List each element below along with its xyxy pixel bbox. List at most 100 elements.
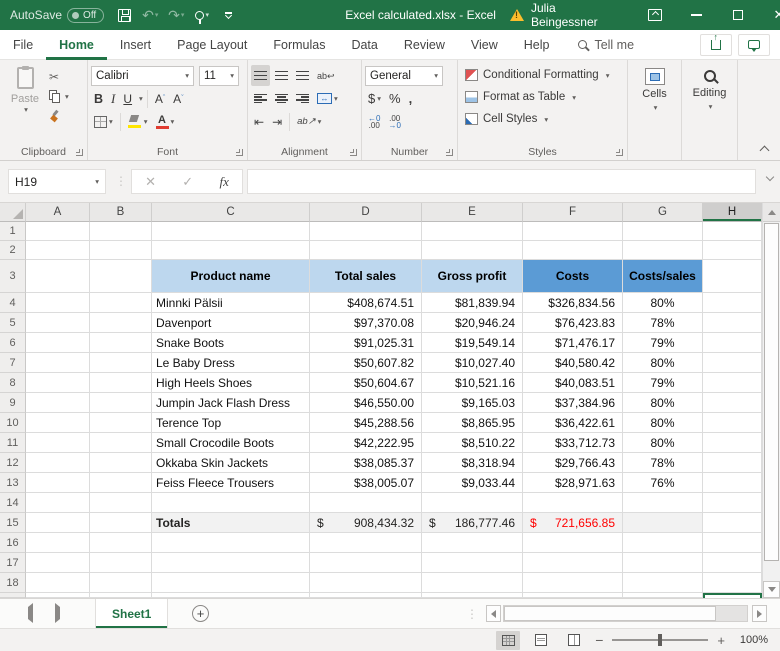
top-align-button[interactable] — [251, 65, 270, 86]
cell-D7[interactable]: $50,607.82 — [310, 353, 422, 373]
cell-F14[interactable] — [523, 493, 623, 513]
cell-B10[interactable] — [90, 413, 152, 433]
comments-button[interactable] — [738, 33, 770, 56]
cell-H5[interactable] — [703, 313, 762, 333]
cell-G5[interactable]: 78% — [623, 313, 703, 333]
cell-G1[interactable] — [623, 222, 703, 241]
cell-H1[interactable] — [703, 222, 762, 241]
tab-page-layout[interactable]: Page Layout — [164, 30, 260, 60]
cell-B14[interactable] — [90, 493, 152, 513]
decrease-decimal-button[interactable]: .00 →0 — [385, 111, 403, 132]
cell-G10[interactable]: 80% — [623, 413, 703, 433]
row-header-18[interactable]: 18 — [0, 573, 26, 593]
maximize-button[interactable] — [717, 0, 758, 30]
cell-B15[interactable] — [90, 513, 152, 533]
cell-H3[interactable] — [703, 260, 762, 293]
font-color-button[interactable]: A ▾ — [153, 111, 178, 132]
cell-F7[interactable]: $40,580.42 — [523, 353, 623, 373]
cell-C2[interactable] — [152, 241, 310, 260]
cell-E1[interactable] — [422, 222, 523, 241]
cell-B13[interactable] — [90, 473, 152, 493]
enter-icon[interactable]: ✓ — [182, 174, 193, 190]
row-header-8[interactable]: 8 — [0, 373, 26, 393]
cell-A8[interactable] — [26, 373, 90, 393]
cell-D18[interactable] — [310, 573, 422, 593]
cell-C1[interactable] — [152, 222, 310, 241]
cell-A4[interactable] — [26, 293, 90, 313]
clipboard-dialog-launcher-icon[interactable] — [76, 149, 83, 156]
cell-B6[interactable] — [90, 333, 152, 353]
cell-B5[interactable] — [90, 313, 152, 333]
cell-G14[interactable] — [623, 493, 703, 513]
cell-A13[interactable] — [26, 473, 90, 493]
row-header-11[interactable]: 11 — [0, 433, 26, 453]
number-format-combo[interactable]: General ▾ — [365, 65, 443, 86]
cell-D15[interactable]: $908,434.32 — [310, 513, 422, 533]
vertical-scrollbar[interactable] — [762, 203, 780, 598]
ribbon-display-options-button[interactable] — [634, 0, 675, 30]
cell-D13[interactable]: $38,005.07 — [310, 473, 422, 493]
cell-A3[interactable] — [26, 260, 90, 293]
column-header-A[interactable]: A — [26, 203, 90, 222]
cell-H18[interactable] — [703, 573, 762, 593]
row-header-10[interactable]: 10 — [0, 413, 26, 433]
cell-D8[interactable]: $50,604.67 — [310, 373, 422, 393]
name-box[interactable]: H19 ▾ — [8, 169, 106, 194]
cell-C5[interactable]: Davenport — [152, 313, 310, 333]
cell-B2[interactable] — [90, 241, 152, 260]
number-dialog-launcher-icon[interactable] — [446, 149, 453, 156]
cell-H17[interactable] — [703, 553, 762, 573]
cell-C3[interactable]: Product name — [152, 260, 310, 293]
cell-C12[interactable]: Okkaba Skin Jackets — [152, 453, 310, 473]
scroll-right-icon[interactable] — [752, 605, 767, 622]
cell-E6[interactable]: $19,549.14 — [422, 333, 523, 353]
cell-H13[interactable] — [703, 473, 762, 493]
redo-button[interactable]: ↷ ▾ — [164, 2, 188, 28]
cell-B3[interactable] — [90, 260, 152, 293]
cell-A12[interactable] — [26, 453, 90, 473]
cell-E9[interactable]: $9,165.03 — [422, 393, 523, 413]
cell-C10[interactable]: Terence Top — [152, 413, 310, 433]
tab-home[interactable]: Home — [46, 30, 107, 60]
horizontal-scrollbar-thumb[interactable] — [504, 606, 716, 621]
cell-F10[interactable]: $36,422.61 — [523, 413, 623, 433]
row-header-9[interactable]: 9 — [0, 393, 26, 413]
format-painter-button[interactable] — [47, 108, 71, 125]
touch-mouse-mode-button[interactable]: ▾ — [190, 2, 214, 28]
zoom-slider[interactable] — [612, 634, 709, 646]
cell-C14[interactable] — [152, 493, 310, 513]
cell-G17[interactable] — [623, 553, 703, 573]
select-all-button[interactable] — [0, 203, 26, 222]
cell-E13[interactable]: $9,033.44 — [422, 473, 523, 493]
row-header-4[interactable]: 4 — [0, 293, 26, 313]
align-right-button[interactable] — [293, 88, 312, 109]
column-header-E[interactable]: E — [422, 203, 523, 222]
scroll-left-icon[interactable] — [486, 605, 501, 622]
cell-F17[interactable] — [523, 553, 623, 573]
cell-H12[interactable] — [703, 453, 762, 473]
cell-A7[interactable] — [26, 353, 90, 373]
paste-button[interactable]: Paste ▾ — [3, 64, 47, 143]
cell-A1[interactable] — [26, 222, 90, 241]
cell-H15[interactable] — [703, 513, 762, 533]
cell-B1[interactable] — [90, 222, 152, 241]
comma-style-button[interactable]: , — [406, 88, 416, 109]
tab-data[interactable]: Data — [338, 30, 390, 60]
cell-G3[interactable]: Costs/sales — [623, 260, 703, 293]
cell-D4[interactable]: $408,674.51 — [310, 293, 422, 313]
cell-A17[interactable] — [26, 553, 90, 573]
page-layout-view-button[interactable] — [529, 631, 553, 650]
increase-decimal-button[interactable]: ←0.00 — [365, 111, 383, 132]
cell-D3[interactable]: Total sales — [310, 260, 422, 293]
cell-F5[interactable]: $76,423.83 — [523, 313, 623, 333]
cell-E3[interactable]: Gross profit — [422, 260, 523, 293]
cell-F15[interactable]: $721,656.85 — [523, 513, 623, 533]
cell-H2[interactable] — [703, 241, 762, 260]
page-break-view-button[interactable] — [562, 631, 586, 650]
cancel-icon[interactable]: ✕ — [145, 174, 156, 190]
row-header-3[interactable]: 3 — [0, 260, 26, 293]
cell-B4[interactable] — [90, 293, 152, 313]
zoom-out-button[interactable]: − — [595, 632, 603, 648]
row-header-17[interactable]: 17 — [0, 553, 26, 573]
font-name-combo[interactable]: Calibri ▾ — [91, 65, 194, 86]
